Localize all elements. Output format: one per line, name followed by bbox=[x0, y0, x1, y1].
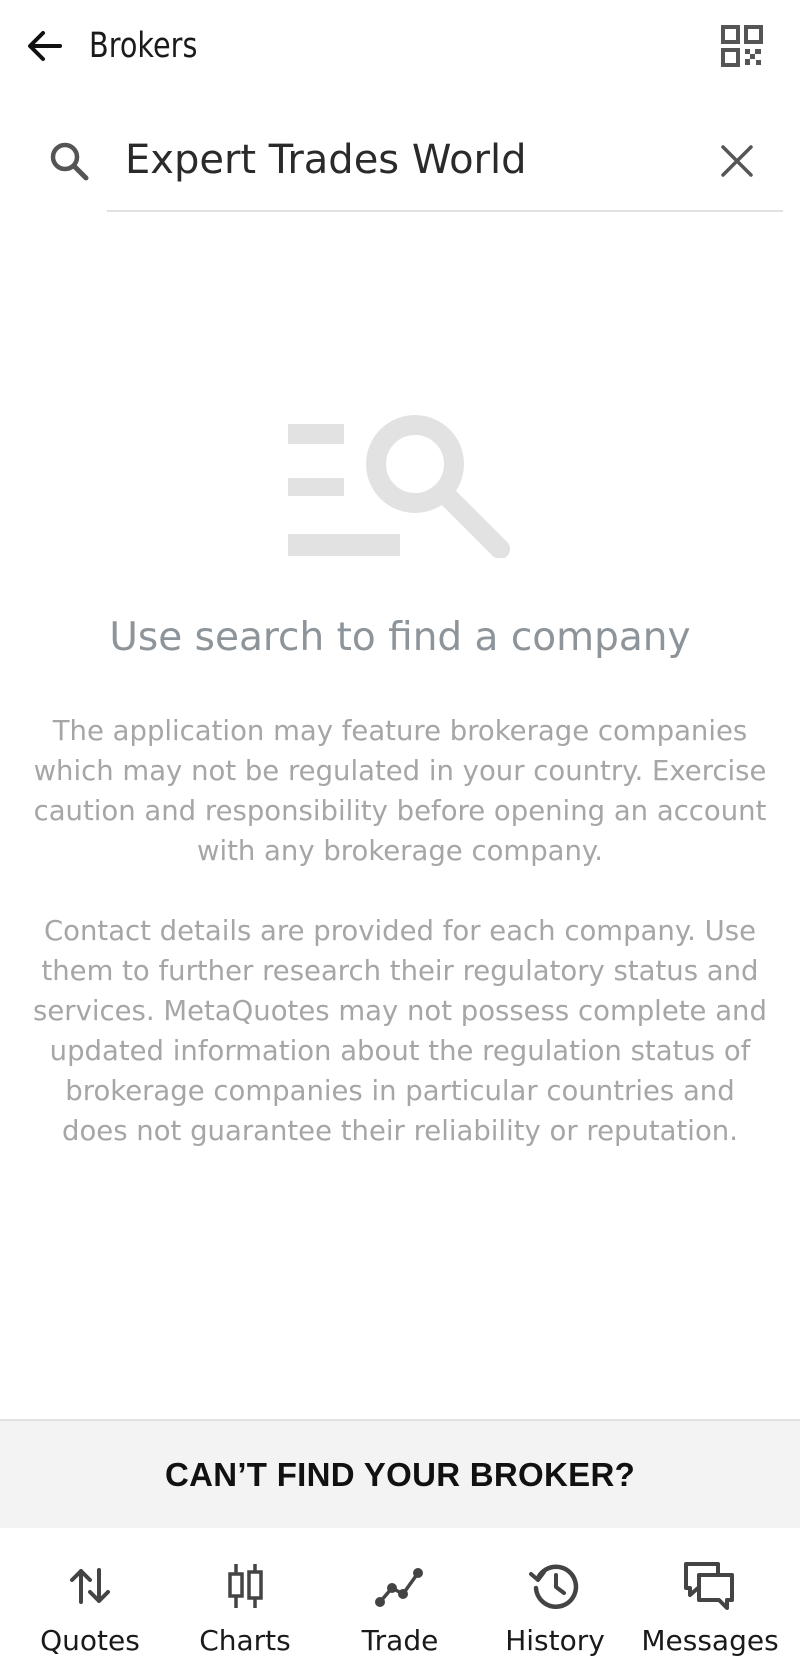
tab-history[interactable]: History bbox=[475, 1528, 635, 1675]
contact-disclaimer: Contact details are provided for each co… bbox=[33, 915, 767, 1147]
bottom-tab-bar: Quotes Charts Trade History Messages bbox=[0, 1528, 800, 1675]
search-underline bbox=[107, 210, 783, 212]
tab-charts[interactable]: Charts bbox=[165, 1528, 325, 1675]
candlestick-chart-icon bbox=[217, 1558, 273, 1614]
search-bar bbox=[0, 120, 800, 212]
clear-search-button[interactable] bbox=[712, 136, 762, 186]
tab-quotes-label: Quotes bbox=[40, 1624, 140, 1657]
tab-trade-label: Trade bbox=[361, 1624, 439, 1657]
tab-history-label: History bbox=[505, 1624, 605, 1657]
search-input[interactable] bbox=[125, 130, 685, 190]
page-title: Brokers bbox=[89, 26, 198, 66]
arrow-left-icon bbox=[24, 26, 64, 66]
search-list-icon bbox=[288, 412, 512, 558]
quotes-arrows-icon bbox=[62, 1558, 118, 1614]
app-header: Brokers bbox=[0, 0, 800, 90]
search-icon bbox=[46, 138, 94, 186]
tab-messages[interactable]: Messages bbox=[630, 1528, 790, 1675]
regulation-disclaimer: The application may feature brokerage co… bbox=[33, 715, 767, 867]
qr-code-icon bbox=[721, 25, 763, 67]
close-icon bbox=[719, 143, 755, 179]
back-button[interactable] bbox=[20, 22, 68, 70]
tab-messages-label: Messages bbox=[641, 1624, 779, 1657]
cant-find-broker-button[interactable]: CAN’T FIND YOUR BROKER? bbox=[0, 1419, 800, 1530]
cant-find-broker-label: CAN’T FIND YOUR BROKER? bbox=[164, 1456, 636, 1493]
tab-quotes[interactable]: Quotes bbox=[10, 1528, 170, 1675]
tab-trade[interactable]: Trade bbox=[320, 1528, 480, 1675]
messages-chat-icon bbox=[682, 1558, 738, 1614]
trade-line-icon bbox=[372, 1558, 428, 1614]
history-clock-icon bbox=[527, 1558, 583, 1614]
empty-state-title: Use search to find a company bbox=[109, 615, 691, 660]
qr-code-button[interactable] bbox=[717, 21, 767, 71]
tab-charts-label: Charts bbox=[199, 1624, 291, 1657]
